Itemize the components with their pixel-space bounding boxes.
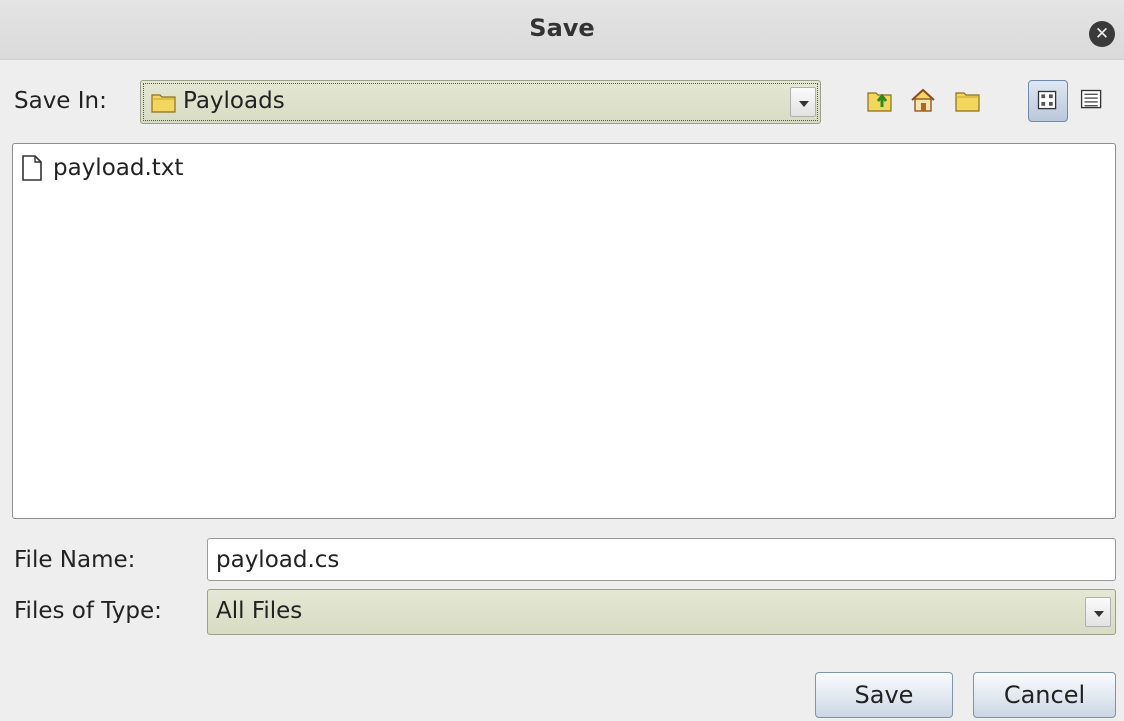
save-button[interactable]: Save [815, 672, 953, 718]
file-type-value: All Files [216, 598, 303, 624]
save-in-value: Payloads [183, 88, 285, 114]
details-view-glyph [1080, 89, 1102, 109]
folder-icon [151, 94, 176, 113]
list-view-icon[interactable] [1028, 80, 1068, 122]
title-bar[interactable]: Save ✕ [0, 0, 1124, 60]
file-name-field[interactable] [207, 538, 1116, 581]
file-name-input[interactable] [208, 539, 1115, 580]
save-dialog: Save ✕ Save In: Payloads payload.txt Fil… [0, 0, 1124, 721]
new-folder-icon[interactable] [953, 85, 983, 115]
file-list[interactable]: payload.txt [12, 143, 1116, 519]
list-view-glyph [1037, 90, 1057, 110]
up-folder-icon[interactable] [865, 85, 895, 115]
file-type-combo[interactable]: All Files [207, 589, 1116, 635]
close-icon[interactable]: ✕ [1089, 21, 1115, 47]
chevron-down-icon[interactable] [790, 87, 816, 117]
cancel-button[interactable]: Cancel [973, 672, 1116, 718]
chevron-down-icon[interactable] [1085, 597, 1111, 627]
save-in-combo[interactable]: Payloads [140, 80, 821, 124]
home-icon[interactable] [908, 85, 938, 115]
file-name: payload.txt [53, 155, 184, 181]
save-in-label: Save In: [14, 88, 107, 114]
file-name-label: File Name: [14, 547, 136, 573]
file-type-label: Files of Type: [14, 598, 162, 624]
document-icon [22, 155, 42, 181]
list-item[interactable]: payload.txt [21, 152, 183, 184]
dialog-title: Save [529, 14, 595, 42]
details-view-icon[interactable] [1074, 80, 1114, 122]
